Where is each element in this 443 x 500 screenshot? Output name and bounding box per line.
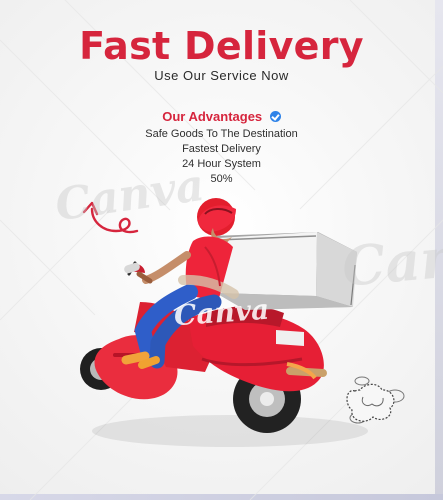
advantages-title: Our Advantages [162,109,263,124]
advantage-item-4: 50% [210,173,233,185]
advantages-heading-row: Our Advantages [0,109,443,124]
poster-subtitle: Use Our Service Now [154,68,289,83]
scooter-shadow [92,415,368,447]
advantages-list: Safe Goods To The Destination Fastest De… [0,127,443,187]
advantage-item-1: Safe Goods To The Destination [145,128,298,140]
advantage-item-2: Fastest Delivery [182,143,261,155]
smoke-puff-icon [346,376,405,424]
poster-title: Fast Delivery [79,24,364,68]
scooter-illustration [80,198,357,433]
advantage-item-3: 24 Hour System [182,158,261,170]
check-badge-icon [269,111,281,122]
delivery-poster: Canva Canva Canva Fast Delivery Use Our … [0,0,443,500]
